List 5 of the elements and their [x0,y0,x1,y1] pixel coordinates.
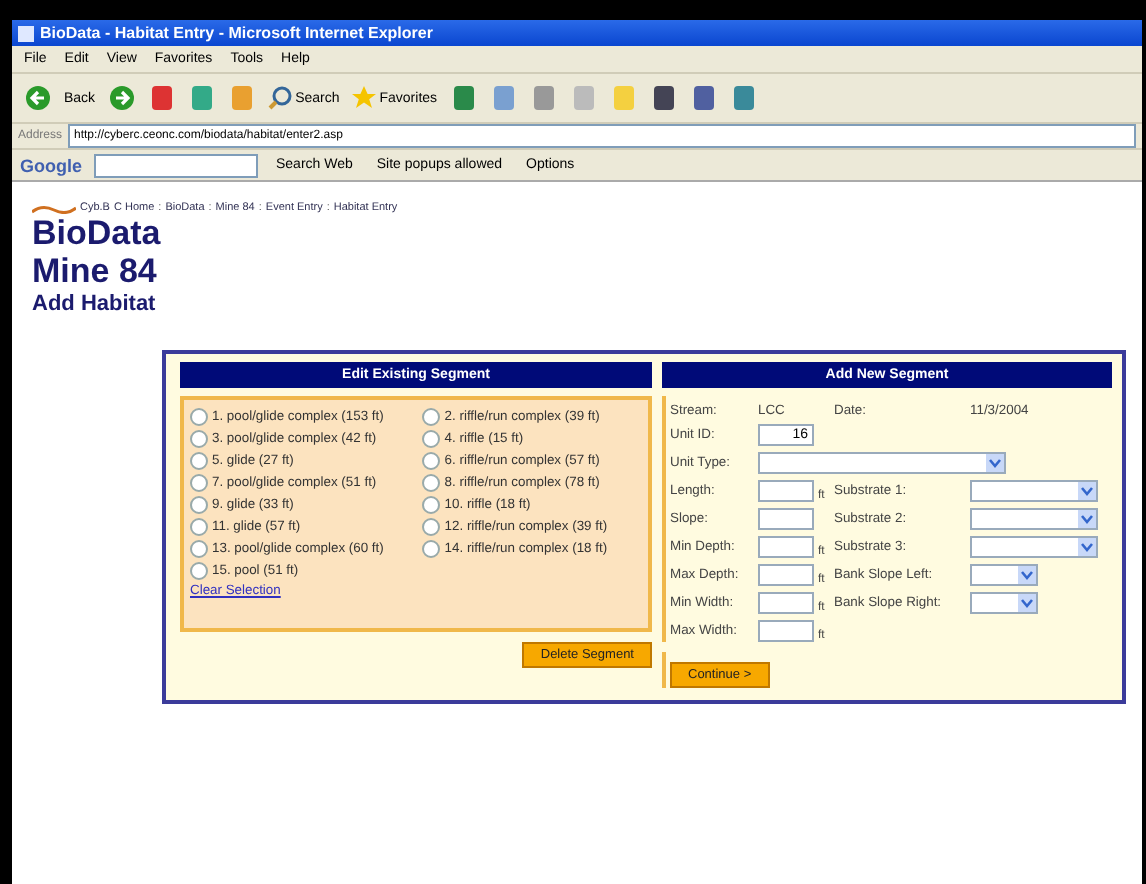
page-heading: BioData [32,214,163,252]
page-heading: Add Habitat [32,290,158,318]
window-title: BioData - Habitat Entry - Microsoft Internet Explorer [40,24,433,42]
page-heading: Mine 84 [32,252,159,290]
google-logo[interactable]: Google [20,155,82,175]
